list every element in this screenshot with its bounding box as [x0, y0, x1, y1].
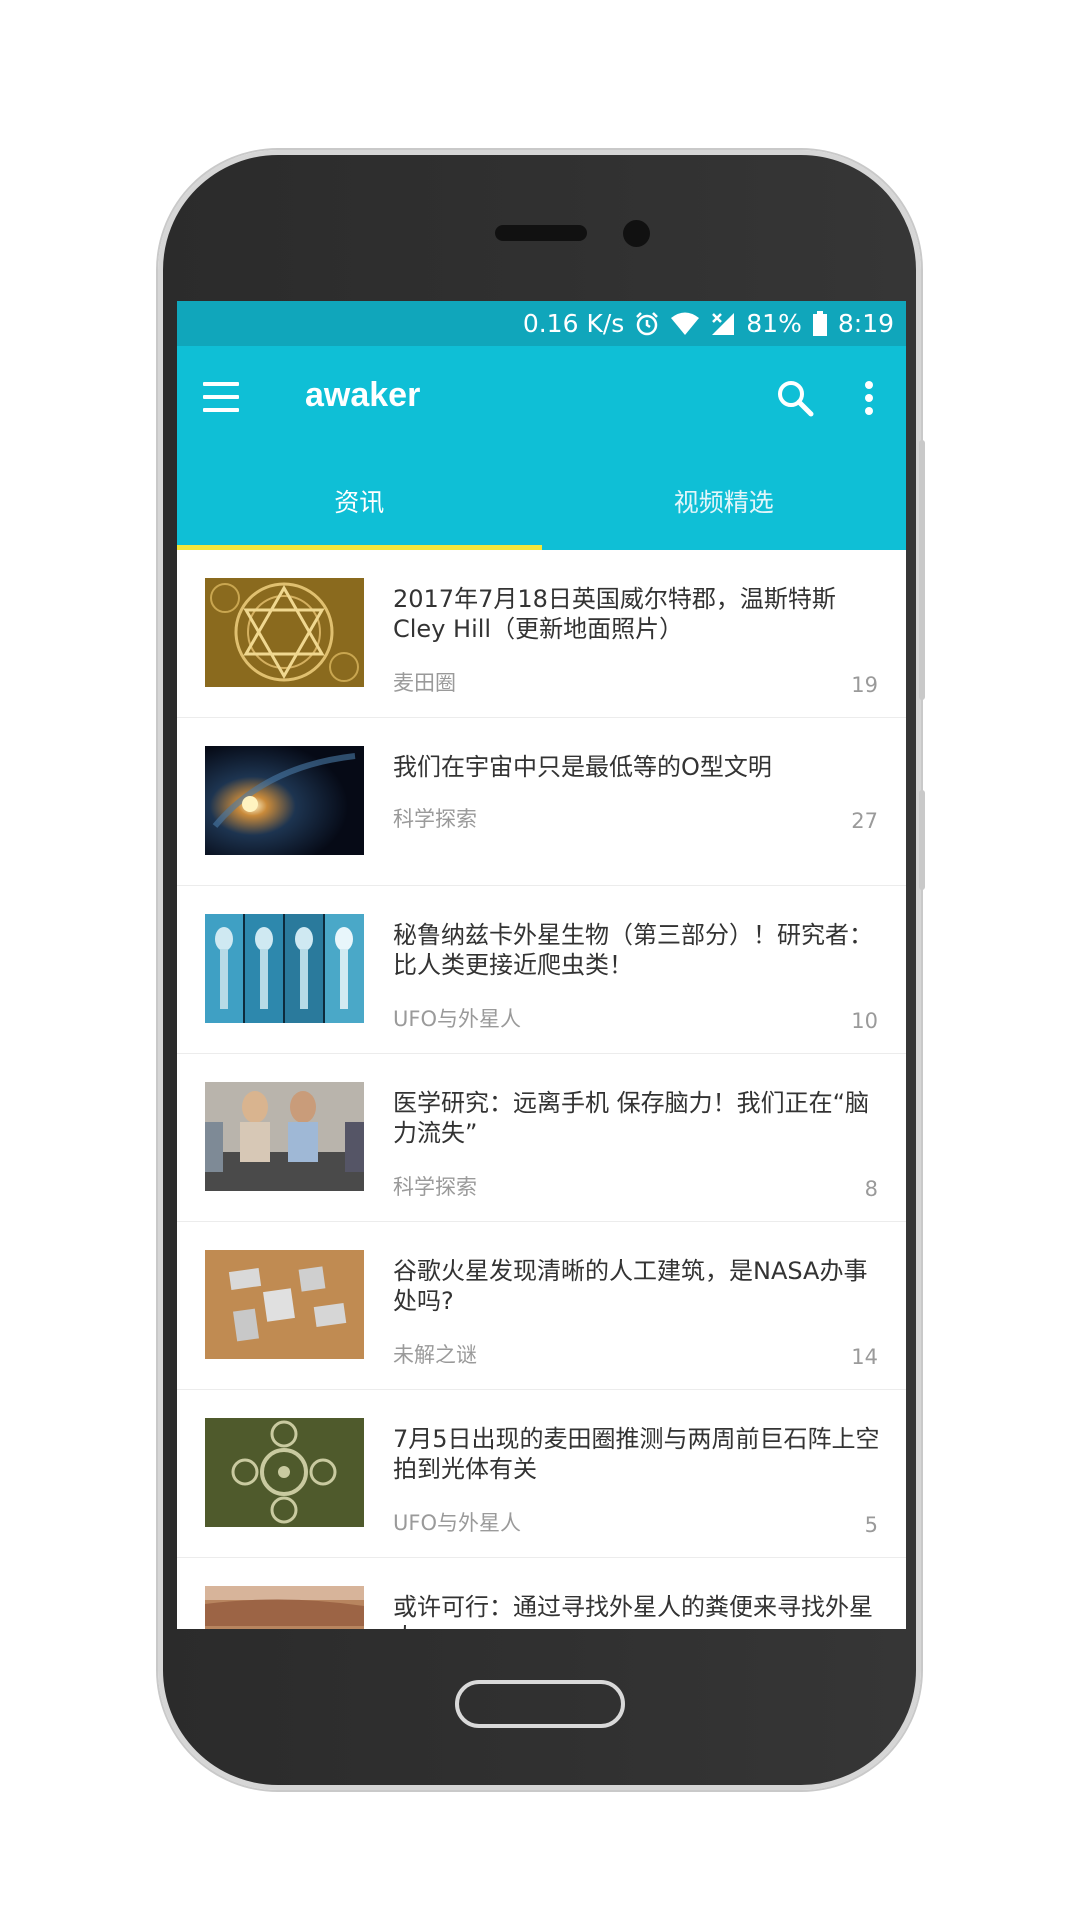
tab-videos[interactable]: 视频精选	[542, 452, 907, 550]
article-list: 2017年7月18日英国威尔特郡，温斯特斯Cley Hill（更新地面照片） 麦…	[177, 550, 906, 1629]
article-title: 或许可行：通过寻找外星人的粪便来寻找外星人	[393, 1593, 873, 1629]
article-count: 14	[851, 1345, 878, 1369]
network-speed: 0.16 K/s	[522, 309, 625, 338]
menu-icon[interactable]	[203, 382, 239, 414]
article-category: 未解之谜	[393, 1343, 477, 1367]
article-title: 医学研究：远离手机 保存脑力！我们正在“脑力流失”	[393, 1089, 870, 1147]
search-icon[interactable]	[773, 376, 817, 420]
stage: 0.16 K/s 81% 8:19 awaker 资讯 视频精选 2017年7月…	[0, 0, 1080, 1920]
battery-level: 81%	[746, 309, 802, 338]
tab-bar: 资讯 视频精选	[177, 452, 906, 550]
article-category: 科学探索	[393, 807, 477, 831]
thumbnail-xray-aliens	[205, 914, 364, 1023]
article-category: UFO与外星人	[393, 1511, 521, 1535]
thumbnail-crop-circle-gold	[205, 578, 364, 687]
thumbnail-people-phones	[205, 1082, 364, 1191]
app-bar: awaker	[177, 346, 906, 452]
article-title: 我们在宇宙中只是最低等的O型文明	[393, 753, 772, 781]
article-count: 8	[864, 1177, 878, 1201]
list-item[interactable]: 秘鲁纳兹卡外星生物（第三部分）！研究者：比人类更接近爬虫类！ UFO与外星人 1…	[177, 886, 906, 1054]
app-title: awaker	[305, 376, 421, 414]
tab-news-label: 资讯	[334, 488, 385, 517]
article-title: 谷歌火星发现清晰的人工建筑，是NASA办事处吗?	[393, 1257, 868, 1315]
more-options-icon[interactable]	[859, 376, 879, 420]
phone-side-button-lower	[919, 790, 925, 890]
article-category: 麦田圈	[393, 671, 456, 695]
alarm-icon	[634, 311, 660, 337]
home-button[interactable]	[455, 1680, 625, 1728]
list-item[interactable]: 我们在宇宙中只是最低等的O型文明 科学探索 27	[177, 718, 906, 886]
tab-news[interactable]: 资讯	[177, 452, 542, 550]
signal-icon	[710, 311, 736, 337]
status-bar: 0.16 K/s 81% 8:19	[177, 301, 906, 346]
list-item[interactable]: 7月5日出现的麦田圈推测与两周前巨石阵上空拍到光体有关 UFO与外星人 5	[177, 1390, 906, 1558]
article-count: 10	[851, 1009, 878, 1033]
wifi-icon	[670, 311, 700, 337]
phone-camera	[623, 220, 650, 247]
list-item[interactable]: 2017年7月18日英国威尔特郡，温斯特斯Cley Hill（更新地面照片） 麦…	[177, 550, 906, 718]
article-title: 7月5日出现的麦田圈推测与两周前巨石阵上空拍到光体有关	[393, 1425, 880, 1483]
thumbnail-mars-buildings	[205, 1250, 364, 1359]
list-item[interactable]: 或许可行：通过寻找外星人的粪便来寻找外星人	[177, 1558, 906, 1629]
thumbnail-mars-landscape	[205, 1586, 364, 1629]
phone-speaker	[495, 225, 587, 241]
article-category: UFO与外星人	[393, 1007, 521, 1031]
article-count: 27	[851, 809, 878, 833]
thumbnail-galaxy	[205, 746, 364, 855]
list-item[interactable]: 谷歌火星发现清晰的人工建筑，是NASA办事处吗? 未解之谜 14	[177, 1222, 906, 1390]
tab-videos-label: 视频精选	[673, 488, 774, 517]
phone-side-button-upper	[919, 440, 925, 700]
thumbnail-crop-circle-green	[205, 1418, 364, 1527]
article-title: 秘鲁纳兹卡外星生物（第三部分）！研究者：比人类更接近爬虫类！	[393, 921, 873, 979]
clock: 8:19	[837, 309, 894, 338]
article-count: 5	[864, 1513, 878, 1537]
list-item[interactable]: 医学研究：远离手机 保存脑力！我们正在“脑力流失” 科学探索 8	[177, 1054, 906, 1222]
article-category: 科学探索	[393, 1175, 477, 1199]
article-count: 19	[851, 673, 878, 697]
article-title: 2017年7月18日英国威尔特郡，温斯特斯Cley Hill（更新地面照片）	[393, 585, 836, 643]
screen: 0.16 K/s 81% 8:19 awaker 资讯 视频精选 2017年7月…	[177, 301, 906, 1629]
battery-icon	[812, 310, 828, 337]
